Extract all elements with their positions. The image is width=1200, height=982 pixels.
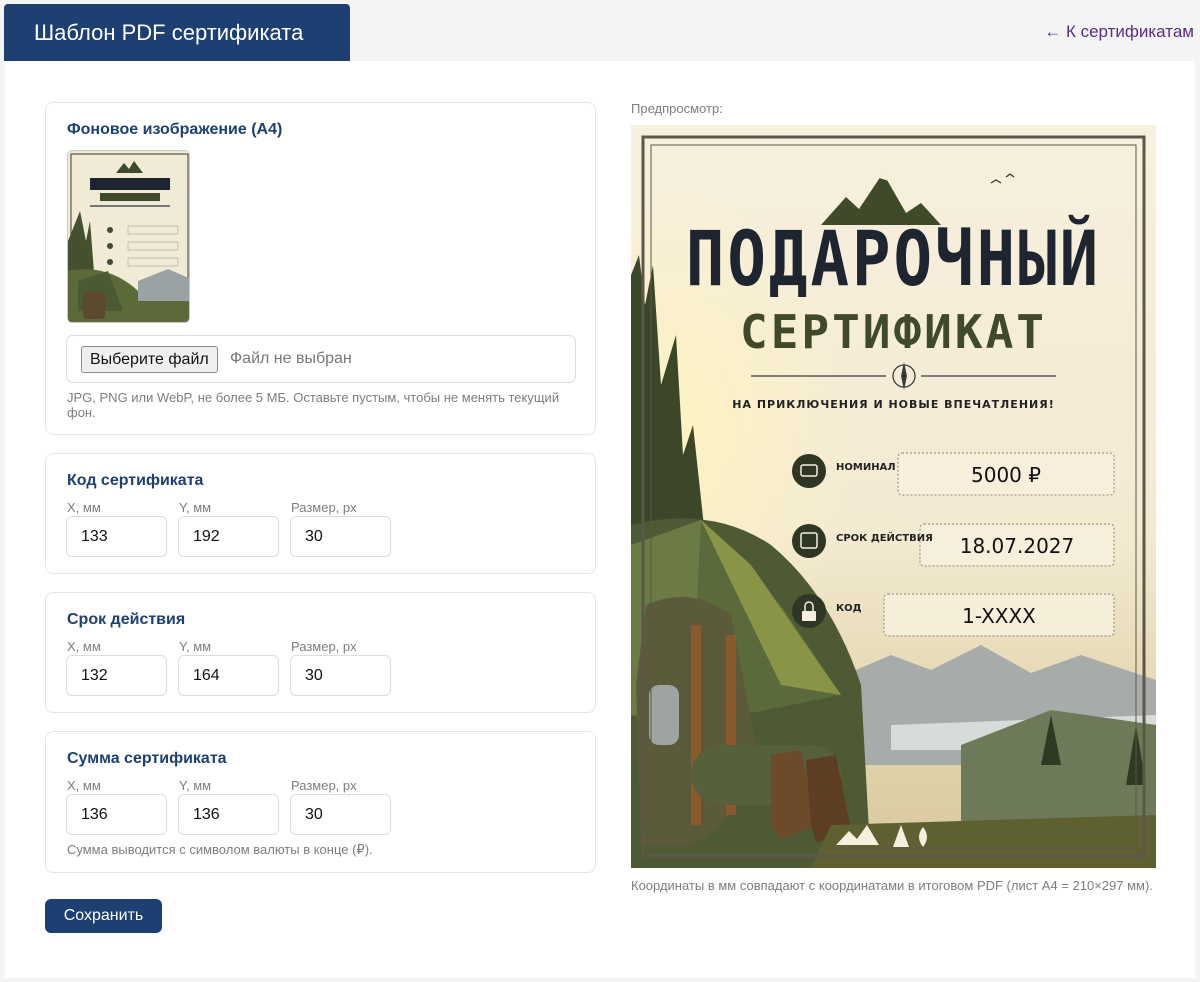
cert-expiry-value: 18.07.2027	[959, 534, 1075, 558]
cert-code-value: 1-XXXX	[962, 604, 1036, 628]
thumbnail-image	[68, 151, 189, 322]
amount-y-label: Y, мм	[179, 778, 212, 793]
amount-size-label: Размер, px	[291, 778, 357, 793]
code-x-input[interactable]	[66, 516, 167, 557]
expiry-y-input[interactable]	[178, 655, 279, 696]
expiry-x-label: X, мм	[67, 639, 101, 654]
code-y-label: Y, мм	[179, 500, 212, 515]
background-image-card: Фоновое изображение (A4) Выберите файл Ф…	[45, 102, 596, 435]
preview-label: Предпросмотр:	[631, 101, 723, 116]
cert-amount-value: 5000 ₽	[971, 463, 1041, 487]
amount-size-input[interactable]	[290, 794, 391, 835]
cert-expiry-label: СРОК ДЕЙСТВИЯ	[836, 533, 933, 544]
expiry-size-label: Размер, px	[291, 639, 357, 654]
file-status-text: Файл не выбран	[230, 350, 352, 367]
code-size-input[interactable]	[290, 516, 391, 557]
expiry-x-input[interactable]	[66, 655, 167, 696]
certificate-preview: ПОДАРОЧНЫЙ СЕРТИФИКАТ НА ПРИКЛЮЧЕНИЯ И Н…	[631, 125, 1156, 868]
preview-note: Координаты в мм совпадают с координатами…	[631, 878, 1153, 893]
file-upload-field: Выберите файл Файл не выбран	[66, 335, 576, 383]
code-x-label: X, мм	[67, 500, 101, 515]
expiry-heading: Срок действия	[67, 611, 186, 628]
page-title-tab: Шаблон PDF сертификата	[4, 4, 350, 61]
amount-y-input[interactable]	[178, 794, 279, 835]
amount-heading: Сумма сертификата	[67, 750, 227, 767]
code-heading: Код сертификата	[67, 472, 204, 489]
amount-card: Сумма сертификата X, мм Y, мм Размер, px…	[45, 731, 596, 873]
expiry-y-label: Y, мм	[179, 639, 212, 654]
page-title: Шаблон PDF сертификата	[34, 19, 304, 45]
background-hint: JPG, PNG или WebP, не более 5 МБ. Оставь…	[67, 390, 560, 420]
top-bar: Шаблон PDF сертификата ← К сертификатам	[0, 0, 1200, 62]
background-heading: Фоновое изображение (A4)	[67, 121, 283, 138]
expiry-card: Срок действия X, мм Y, мм Размер, px	[45, 592, 596, 713]
code-size-label: Размер, px	[291, 500, 357, 515]
certificate-code-card: Код сертификата X, мм Y, мм Размер, px	[45, 453, 596, 574]
cert-code-label: КОД	[836, 603, 862, 614]
amount-x-input[interactable]	[66, 794, 167, 835]
save-button[interactable]: Сохранить	[45, 899, 162, 933]
amount-x-label: X, мм	[67, 778, 101, 793]
amount-hint: Сумма выводится с символом валюты в конц…	[67, 842, 373, 857]
expiry-size-input[interactable]	[290, 655, 391, 696]
back-to-certificates-link[interactable]: ← К сертификатам	[1044, 22, 1194, 42]
choose-file-button[interactable]: Выберите файл	[81, 346, 218, 373]
cert-title-line1: ПОДАРОЧНЫЙ	[685, 216, 1102, 304]
background-thumbnail	[67, 150, 190, 323]
code-y-input[interactable]	[178, 516, 279, 557]
cert-amount-label: НОМИНАЛ	[836, 462, 896, 473]
cert-tagline: НА ПРИКЛЮЧЕНИЯ И НОВЫЕ ВПЕЧАТЛЕНИЯ!	[732, 398, 1055, 411]
cert-title-line2: СЕРТИФИКАТ	[740, 305, 1047, 359]
